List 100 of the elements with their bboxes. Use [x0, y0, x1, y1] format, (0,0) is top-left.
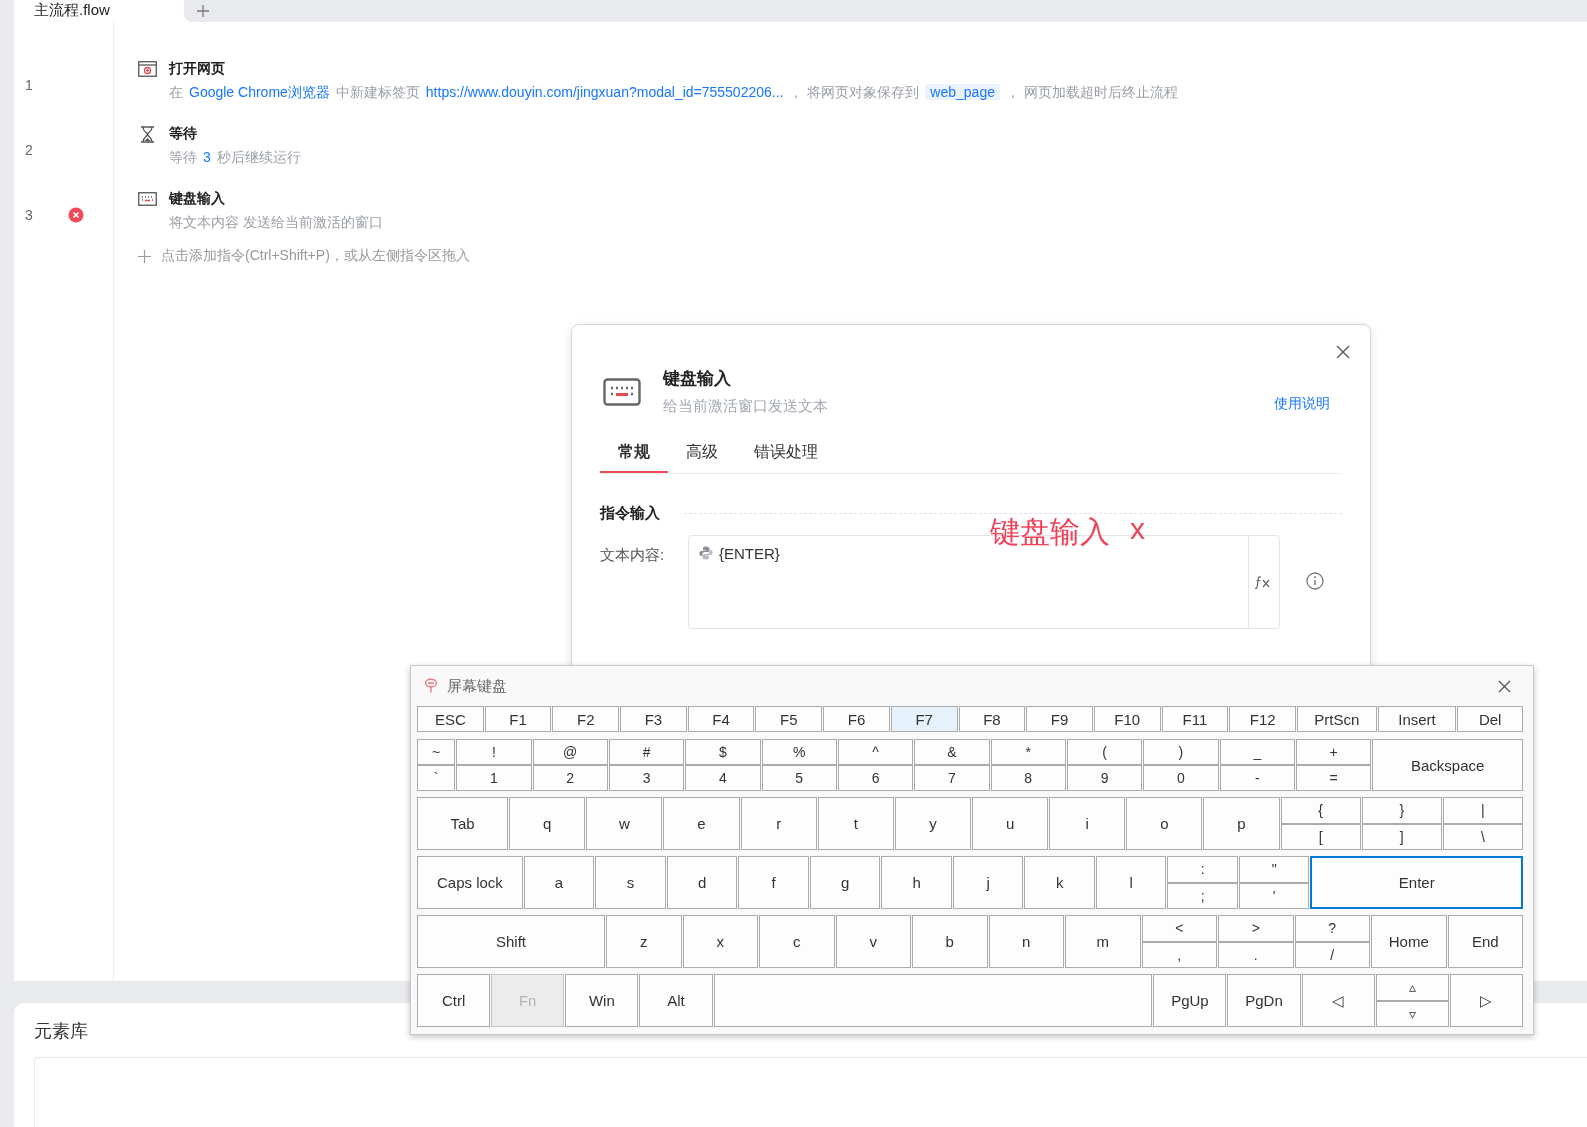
pin-icon	[424, 678, 438, 694]
keyboard-key[interactable]: PgUp	[1153, 974, 1227, 1027]
keyboard-key[interactable]: f	[738, 856, 809, 909]
keyboard-key[interactable]: End	[1447, 915, 1523, 968]
keyboard-key[interactable]: h	[881, 856, 952, 909]
keyboard-key[interactable]: F1	[484, 706, 552, 732]
keyboard-key[interactable]: s	[595, 856, 666, 909]
keyboard-key[interactable]: F11	[1161, 706, 1229, 732]
keyboard-key[interactable]: y	[894, 797, 971, 850]
help-link[interactable]: 使用说明	[1274, 394, 1330, 413]
keyboard-key[interactable]: ^ 6	[837, 739, 914, 791]
keyboard-key[interactable]: e	[663, 797, 740, 850]
keyboard-key[interactable]: b	[912, 915, 988, 968]
keyboard-key[interactable]: ~ `	[417, 739, 456, 791]
keyboard-key[interactable]: F7	[890, 706, 958, 732]
keyboard-key[interactable]: ▷	[1449, 974, 1523, 1027]
keyboard-key[interactable]: z	[606, 915, 682, 968]
dialog-tab[interactable]: 错误处理	[736, 442, 836, 473]
keyboard-key[interactable]: Insert	[1377, 706, 1457, 732]
step-title: 键盘输入	[169, 190, 225, 208]
step-title: 等待	[169, 125, 197, 143]
keyboard-key[interactable]: + =	[1295, 739, 1372, 791]
step-description: 将文本内容 发送给当前激活的窗口	[169, 213, 384, 232]
keyboard-key[interactable]: } ]	[1361, 797, 1442, 850]
keyboard-key[interactable]: ? /	[1294, 915, 1370, 968]
info-icon[interactable]	[1306, 572, 1324, 590]
keyboard-key[interactable]: F5	[755, 706, 823, 732]
keyboard-key[interactable]: Del	[1457, 706, 1523, 732]
keyboard-key[interactable]: | \	[1442, 797, 1523, 850]
panel-title: 元素库	[34, 1020, 89, 1043]
close-icon[interactable]	[1498, 679, 1511, 693]
keyboard-key[interactable]: Caps lock	[417, 856, 523, 909]
keyboard-key[interactable]: _ -	[1219, 739, 1295, 791]
keyboard-key[interactable]: u	[972, 797, 1049, 850]
keyboard-key[interactable]: F12	[1229, 706, 1296, 732]
keyboard-key[interactable]: w	[586, 797, 663, 850]
keyboard-key[interactable]: F2	[552, 706, 620, 732]
space-key[interactable]	[713, 974, 1153, 1027]
keyboard-key[interactable]: Home	[1371, 915, 1447, 968]
keyboard-key[interactable]: PgDn	[1227, 974, 1301, 1027]
keyboard-key[interactable]: % 5	[761, 739, 837, 791]
keyboard-key[interactable]: a	[523, 856, 595, 909]
keyboard-key[interactable]: d	[666, 856, 738, 909]
keyboard-key[interactable]: Tab	[417, 797, 509, 850]
keyboard-key[interactable]: F10	[1093, 706, 1161, 732]
keyboard-key[interactable]: # 3	[608, 739, 685, 791]
plus-icon[interactable]	[138, 249, 151, 263]
keyboard-key[interactable]: x	[682, 915, 758, 968]
keyboard-key[interactable]: Backspace	[1372, 739, 1523, 791]
keyboard-key[interactable]: o	[1126, 797, 1203, 850]
add-tab-icon[interactable]	[196, 4, 210, 18]
keyboard-key[interactable]: Alt	[639, 974, 713, 1027]
keyboard-key[interactable]: Enter	[1310, 856, 1523, 909]
keyboard-key[interactable]: Ctrl	[417, 974, 491, 1027]
keyboard-key[interactable]: k	[1024, 856, 1095, 909]
keyboard-key[interactable]: : ;	[1167, 856, 1238, 909]
section-title: 指令输入	[600, 504, 660, 523]
keyboard-key[interactable]: ! 1	[456, 739, 532, 791]
keyboard-key[interactable]: $ 4	[685, 739, 761, 791]
keyboard-key[interactable]: F6	[823, 706, 890, 732]
keyboard-key[interactable]: @ 2	[532, 739, 608, 791]
keyboard-key[interactable]: m	[1065, 915, 1141, 968]
keyboard-key[interactable]: n	[988, 915, 1064, 968]
keyboard-key[interactable]: r	[740, 797, 817, 850]
keyboard-key[interactable]: PrtScn	[1297, 706, 1377, 732]
step-description: 等待 3 秒后继续运行	[169, 148, 302, 167]
keyboard-key[interactable]: F9	[1026, 706, 1093, 732]
keyboard-key[interactable]: ( 9	[1066, 739, 1143, 791]
keyboard-key[interactable]: { [	[1280, 797, 1361, 850]
field-label: 文本内容:	[600, 546, 666, 565]
browser-window-icon	[138, 61, 157, 77]
keyboard-key[interactable]: c	[759, 915, 835, 968]
keyboard-key[interactable]: Shift	[417, 915, 605, 968]
keyboard-key[interactable]: p	[1203, 797, 1280, 850]
keyboard-key[interactable]: j	[952, 856, 1024, 909]
keyboard-key[interactable]: ) 0	[1143, 739, 1219, 791]
field-value: {ENTER}	[719, 546, 780, 562]
keyboard-key[interactable]: < ,	[1141, 915, 1217, 968]
keyboard-key[interactable]: q	[509, 797, 586, 850]
keyboard-key[interactable]: F3	[620, 706, 687, 732]
dialog-tab[interactable]: 高级	[668, 442, 736, 473]
keyboard-key[interactable]: t	[817, 797, 894, 850]
keyboard-key[interactable]: g	[809, 856, 881, 909]
keyboard-key[interactable]: i	[1049, 797, 1126, 850]
keyboard-key[interactable]: Win	[565, 974, 639, 1027]
keyboard-key[interactable]: > .	[1218, 915, 1294, 968]
keyboard-key[interactable]: ESC	[417, 706, 484, 732]
keyboard-key[interactable]: F8	[958, 706, 1026, 732]
line-number: 1	[25, 76, 33, 93]
keyboard-key[interactable]: F4	[687, 706, 755, 732]
close-icon[interactable]	[1336, 345, 1350, 359]
hourglass-icon	[138, 125, 157, 143]
keyboard-key[interactable]: " '	[1238, 856, 1310, 909]
dialog-tab[interactable]: 常规	[600, 442, 668, 473]
keyboard-key[interactable]: & 7	[914, 739, 990, 791]
keyboard-key[interactable]: * 8	[990, 739, 1066, 791]
keyboard-key[interactable]: l	[1095, 856, 1167, 909]
keyboard-key[interactable]: v	[835, 915, 911, 968]
keyboard-key[interactable]: ▵ ▿	[1375, 974, 1449, 1027]
keyboard-key[interactable]: ◁	[1301, 974, 1375, 1027]
